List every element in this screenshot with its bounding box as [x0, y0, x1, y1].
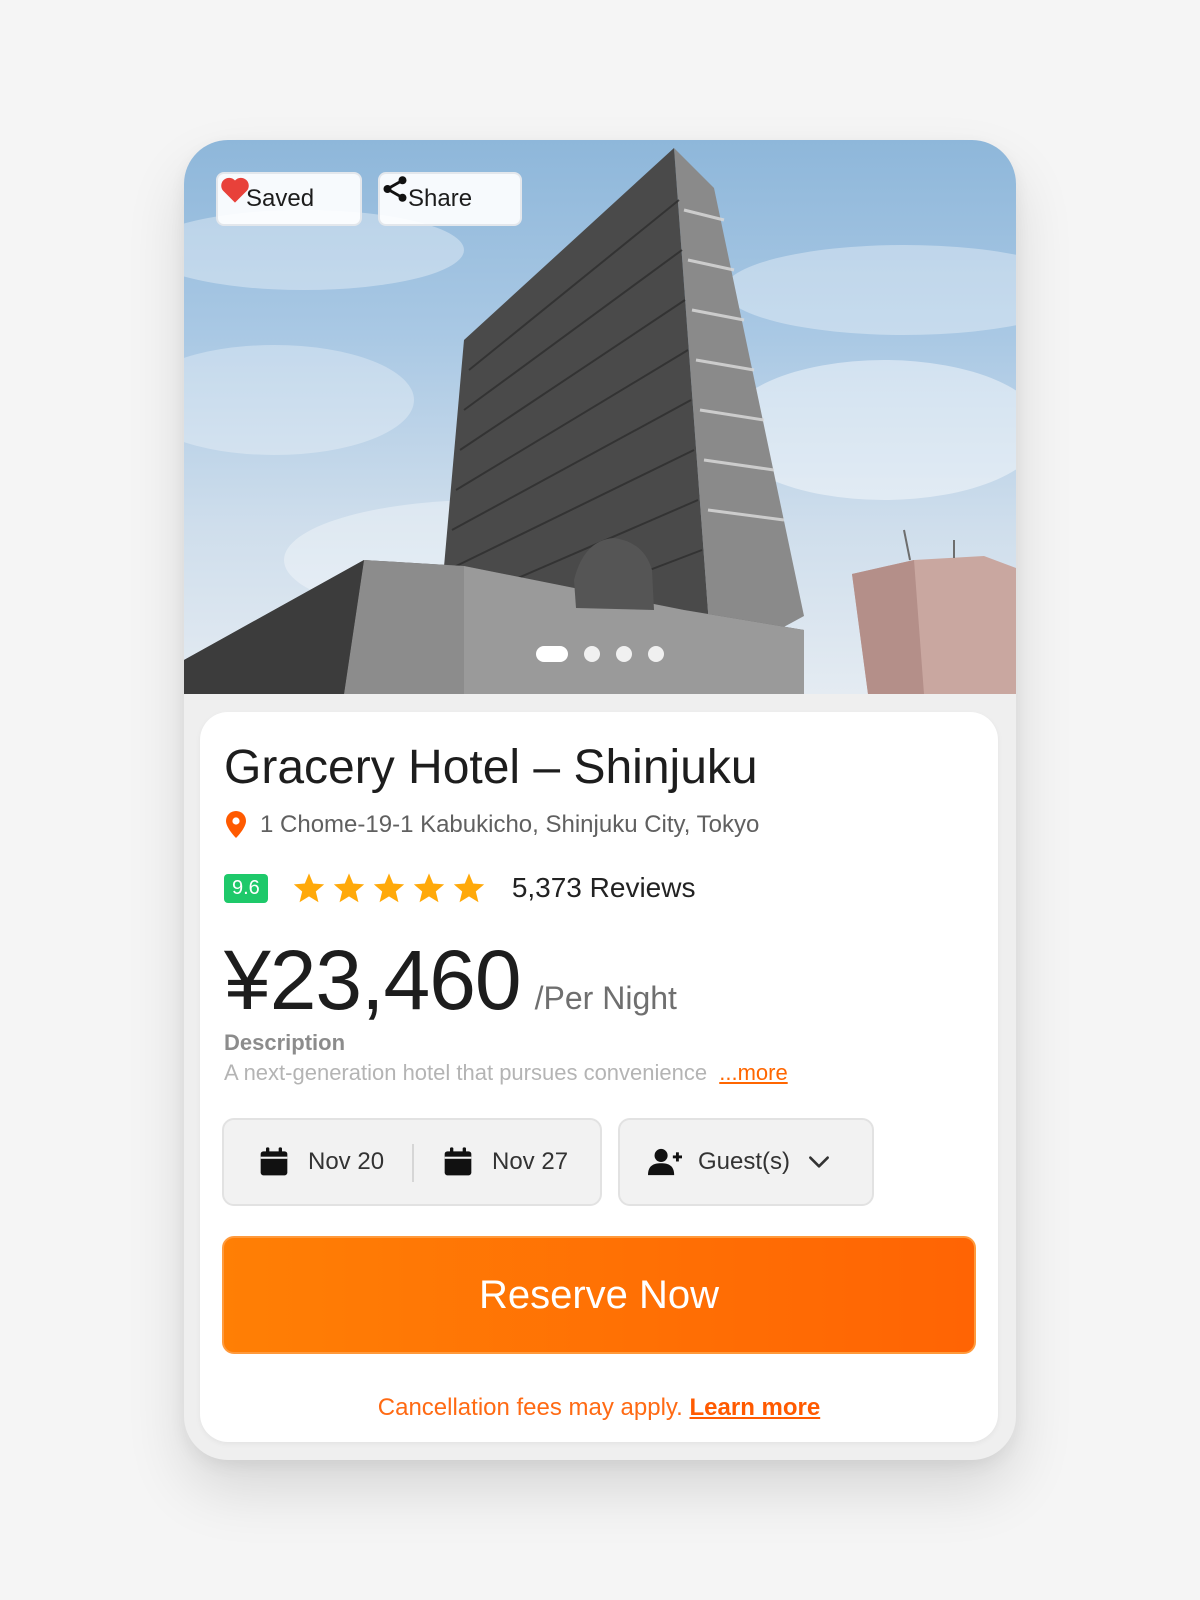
carousel-dot[interactable]: [536, 646, 568, 662]
saved-label: Saved: [246, 185, 315, 212]
share-label: Share: [408, 185, 473, 212]
address-text: 1 Chome-19-1 Kabukicho, Shinjuku City, T…: [260, 811, 760, 838]
guests-label: Guest(s): [698, 1148, 791, 1175]
add-person-icon: [648, 1146, 682, 1178]
price-unit: /Per Night: [534, 980, 677, 1016]
date-range-picker: Nov 20 Nov 27: [222, 1118, 602, 1206]
guests-dropdown[interactable]: Guest(s): [618, 1118, 874, 1206]
cancellation-text: Cancellation fees may apply.: [377, 1394, 683, 1421]
description-label: Description: [224, 1030, 346, 1055]
check-out-date[interactable]: Nov 27: [442, 1120, 568, 1204]
star-icon: [293, 873, 324, 903]
star-icon: [413, 873, 444, 903]
carousel-dot[interactable]: [584, 646, 600, 662]
star-icon: [333, 873, 364, 903]
more-link[interactable]: ...more: [719, 1060, 787, 1085]
hotel-name: Gracery Hotel – Shinjuku: [224, 741, 758, 794]
price-row: ¥23,460 /Per Night: [224, 932, 677, 1029]
hotel-card: Saved Share Gracery Hotel – Shinjuku 1 C…: [184, 140, 1016, 1460]
star-rating: [292, 872, 486, 904]
score-badge: 9.6: [224, 873, 268, 903]
check-in-date[interactable]: Nov 20: [258, 1120, 384, 1204]
carousel-indicator: [536, 646, 664, 662]
location-pin-icon: [224, 810, 248, 840]
star-icon: [373, 873, 404, 903]
review-count[interactable]: 5,373 Reviews: [512, 872, 696, 904]
share-button[interactable]: Share: [378, 172, 522, 226]
price-amount: ¥23,460: [224, 933, 522, 1027]
hotel-photo-carousel[interactable]: Saved Share: [184, 140, 1016, 694]
saved-button[interactable]: Saved: [216, 172, 362, 226]
calendar-icon: [442, 1146, 474, 1178]
calendar-icon: [258, 1146, 290, 1178]
carousel-dot[interactable]: [616, 646, 632, 662]
learn-more-link[interactable]: Learn more: [690, 1394, 821, 1421]
cancellation-note: Cancellation fees may apply. Learn more: [200, 1394, 998, 1422]
description-text: A next-generation hotel that pursues con…: [224, 1060, 708, 1085]
hotel-address: 1 Chome-19-1 Kabukicho, Shinjuku City, T…: [224, 810, 759, 840]
check-out-label: Nov 27: [492, 1148, 569, 1175]
check-in-label: Nov 20: [308, 1148, 385, 1175]
rating-row: 9.6 5,373 Reviews: [224, 872, 695, 904]
carousel-dot[interactable]: [648, 646, 664, 662]
star-icon: [453, 873, 484, 903]
description: A next-generation hotel that pursues con…: [224, 1060, 788, 1086]
reserve-now-button[interactable]: Reserve Now: [222, 1236, 976, 1354]
details-panel: Gracery Hotel – Shinjuku 1 Chome-19-1 Ka…: [200, 712, 998, 1442]
chevron-down-icon: [806, 1149, 832, 1175]
date-divider: [412, 1144, 414, 1182]
